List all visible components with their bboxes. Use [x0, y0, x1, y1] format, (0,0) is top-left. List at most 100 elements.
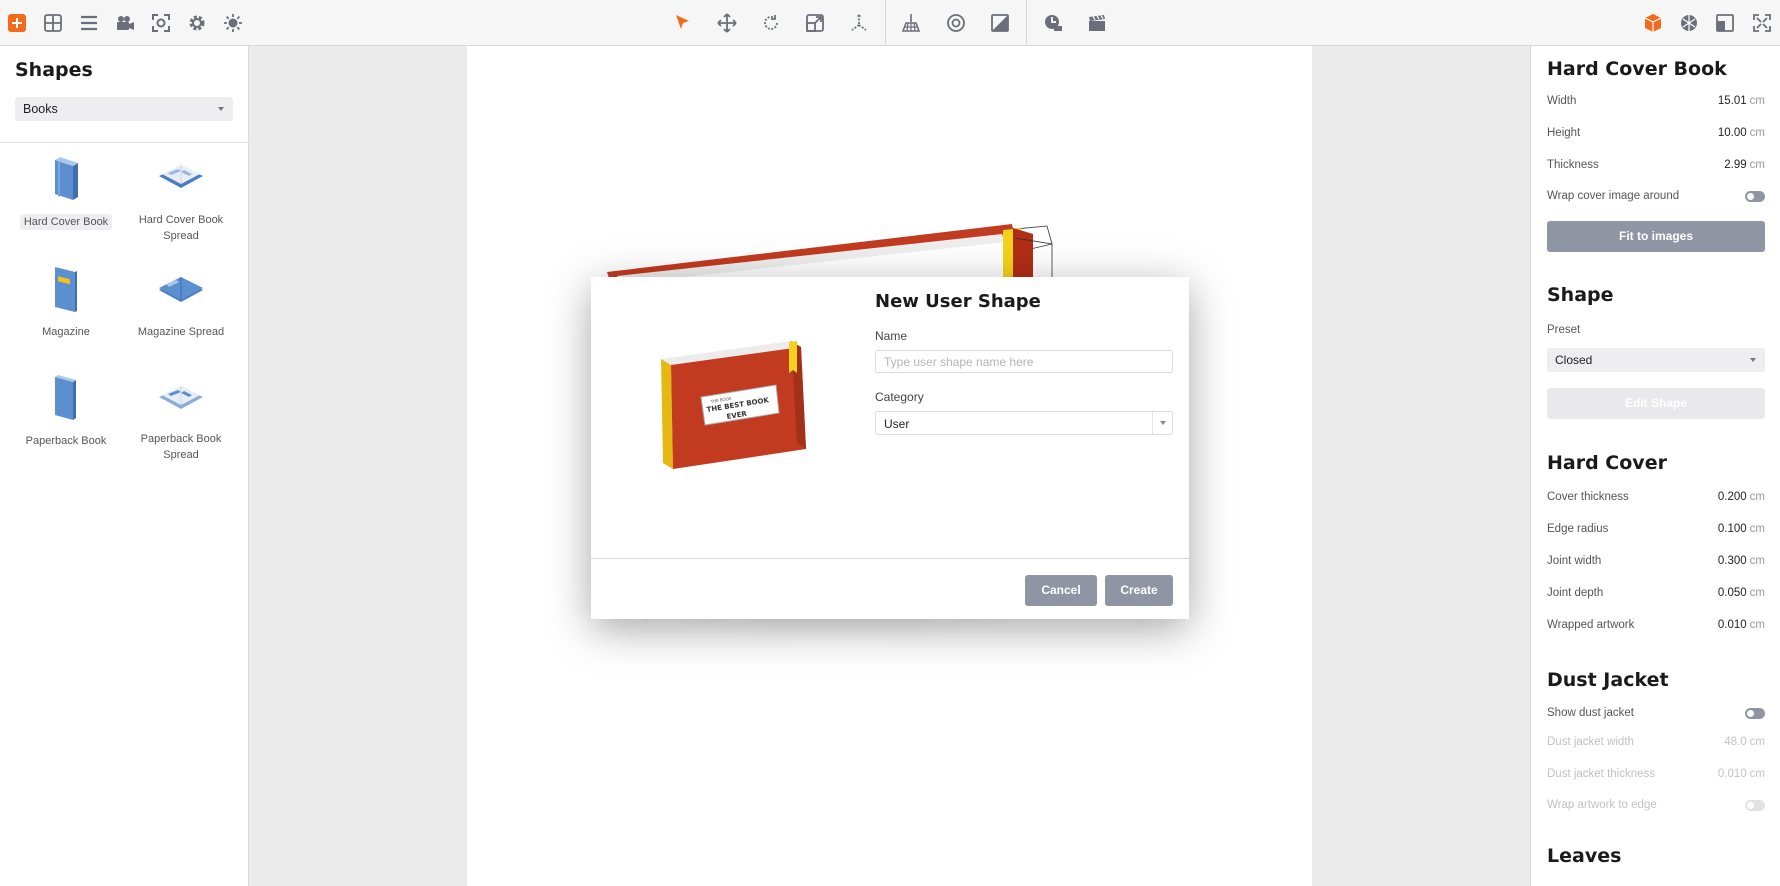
animation-icon[interactable] — [1041, 11, 1065, 35]
category-select[interactable]: User — [875, 411, 1173, 435]
pointer-icon[interactable] — [671, 11, 695, 35]
prop-label: Edge radius — [1547, 523, 1609, 535]
prop-value[interactable]: 10.00 cm — [1718, 127, 1765, 139]
grid-icon[interactable] — [41, 11, 65, 35]
shape-item-label: Magazine Spread — [137, 326, 225, 338]
shapes-panel-title: Shapes — [15, 59, 93, 81]
add-icon[interactable] — [5, 11, 29, 35]
prop-label: Wrap artwork to edge — [1547, 799, 1657, 811]
show-dust-jacket-row: Show dust jacket — [1547, 705, 1765, 723]
shape-item-hard-cover-book-spread[interactable]: Hard Cover Book Spread — [126, 152, 236, 244]
hardcover-book-icon — [41, 152, 91, 206]
light-icon[interactable] — [221, 11, 245, 35]
fit-to-images-button[interactable]: Fit to images — [1547, 221, 1765, 252]
edit-shape-button[interactable]: Edit Shape — [1547, 388, 1765, 419]
fullscreen-icon[interactable] — [1750, 11, 1774, 35]
dust-jacket-thickness-row: Dust jacket thickness 0.010 cm — [1547, 766, 1765, 784]
shape-item-label: Hard Cover Book Spread — [138, 214, 224, 242]
shape-item-label: Magazine — [42, 326, 90, 338]
prop-label: Wrapped artwork — [1547, 619, 1635, 631]
cancel-button[interactable]: Cancel — [1025, 575, 1097, 606]
prop-value[interactable]: 0.300 cm — [1718, 555, 1765, 567]
paperback-spread-icon — [156, 371, 206, 425]
preset-row: Preset — [1547, 322, 1765, 340]
prop-value[interactable]: 0.200 cm — [1718, 491, 1765, 503]
sphere-view-icon[interactable] — [944, 11, 968, 35]
divider — [0, 142, 249, 143]
dust-jacket-width-row: Dust jacket width 48.0 cm — [1547, 734, 1765, 752]
edge-radius-row[interactable]: Edge radius 0.100 cm — [1547, 521, 1765, 539]
chevron-down-icon — [1152, 412, 1172, 434]
focus-icon[interactable] — [149, 11, 173, 35]
prop-label: Show dust jacket — [1547, 707, 1634, 719]
shapes-panel: Shapes Books Hard Cover Book Hard Cover … — [0, 46, 249, 886]
joint-width-row[interactable]: Joint width 0.300 cm — [1547, 553, 1765, 571]
scale-icon[interactable] — [803, 11, 827, 35]
prop-label: Joint width — [1547, 555, 1602, 567]
joint-depth-row[interactable]: Joint depth 0.050 cm — [1547, 585, 1765, 603]
wrap-artwork-toggle — [1745, 800, 1765, 811]
prop-label: Thickness — [1547, 159, 1599, 171]
texture-icon[interactable] — [1677, 11, 1701, 35]
chevron-down-icon — [1750, 358, 1756, 362]
axes-icon[interactable] — [847, 11, 871, 35]
magazine-spread-icon — [156, 262, 206, 316]
prop-value[interactable]: 15.01 cm — [1718, 95, 1765, 107]
hard-cover-section-title: Hard Cover — [1547, 452, 1667, 474]
category-label: Category — [875, 390, 924, 404]
menu-icon[interactable] — [77, 11, 101, 35]
prop-label: Wrap cover image around — [1547, 190, 1680, 202]
wrap-cover-toggle[interactable] — [1745, 191, 1765, 202]
top-toolbar — [0, 0, 1780, 46]
preset-value: Closed — [1555, 353, 1593, 367]
category-value: User — [884, 417, 910, 431]
prop-label: Cover thickness — [1547, 491, 1629, 503]
preset-select[interactable]: Closed — [1547, 348, 1765, 372]
leaves-section-title: Leaves — [1547, 845, 1622, 867]
cover-thickness-row[interactable]: Cover thickness 0.200 cm — [1547, 489, 1765, 507]
shape-category-select[interactable]: Books — [15, 97, 233, 121]
prop-label: Width — [1547, 95, 1577, 107]
prop-value[interactable]: 0.050 cm — [1718, 587, 1765, 599]
prop-value[interactable]: 0.100 cm — [1718, 523, 1765, 535]
prop-value: 0.010 cm — [1717, 768, 1765, 780]
paperback-book-icon — [41, 371, 91, 425]
width-row[interactable]: Width 15.01 cm — [1547, 93, 1765, 111]
wrapped-artwork-row[interactable]: Wrapped artwork 0.010 cm — [1547, 617, 1765, 635]
shape-category-value: Books — [23, 102, 58, 116]
magazine-icon — [41, 262, 91, 316]
height-row[interactable]: Height 10.00 cm — [1547, 125, 1765, 143]
shape-preview-image: THE BOOK THE BEST BOOK EVER — [661, 341, 806, 469]
thickness-row[interactable]: Thickness 2.99 cm — [1547, 157, 1765, 175]
prop-value[interactable]: 2.99 cm — [1724, 159, 1765, 171]
clapper-icon[interactable] — [1085, 11, 1109, 35]
shape-item-paperback-book-spread[interactable]: Paperback Book Spread — [126, 371, 236, 463]
shape-item-paperback-book[interactable]: Paperback Book — [11, 371, 121, 449]
create-button[interactable]: Create — [1105, 575, 1173, 606]
gear-icon[interactable] — [185, 11, 209, 35]
shape-item-hard-cover-book[interactable]: Hard Cover Book — [11, 152, 121, 230]
floor-icon[interactable] — [899, 11, 923, 35]
shape-name-input[interactable] — [875, 350, 1173, 373]
show-dust-jacket-toggle[interactable] — [1745, 708, 1765, 719]
prop-label: Preset — [1547, 324, 1581, 336]
shape-item-magazine[interactable]: Magazine — [11, 262, 121, 340]
chevron-down-icon — [218, 107, 224, 111]
cube-icon[interactable] — [1641, 11, 1665, 35]
prop-value[interactable]: 0.010 cm — [1718, 619, 1765, 631]
name-label: Name — [875, 329, 908, 343]
dust-jacket-section-title: Dust Jacket — [1547, 669, 1669, 691]
divider — [591, 558, 1189, 559]
layout-icon[interactable] — [1713, 11, 1737, 35]
material-icon[interactable] — [988, 11, 1012, 35]
wrap-artwork-row: Wrap artwork to edge — [1547, 797, 1765, 815]
move-icon[interactable] — [715, 11, 739, 35]
hardcover-spread-icon — [156, 152, 206, 206]
shape-item-magazine-spread[interactable]: Magazine Spread — [126, 262, 236, 340]
prop-label: Dust jacket thickness — [1547, 768, 1656, 780]
dialog-title: New User Shape — [875, 291, 1041, 312]
prop-label: Height — [1547, 127, 1581, 139]
rotate-icon[interactable] — [759, 11, 783, 35]
viewport-canvas[interactable]: ER BOOK THE BOOK THE BEST BOOK EVER New … — [250, 46, 1530, 886]
camera-icon[interactable] — [113, 11, 137, 35]
